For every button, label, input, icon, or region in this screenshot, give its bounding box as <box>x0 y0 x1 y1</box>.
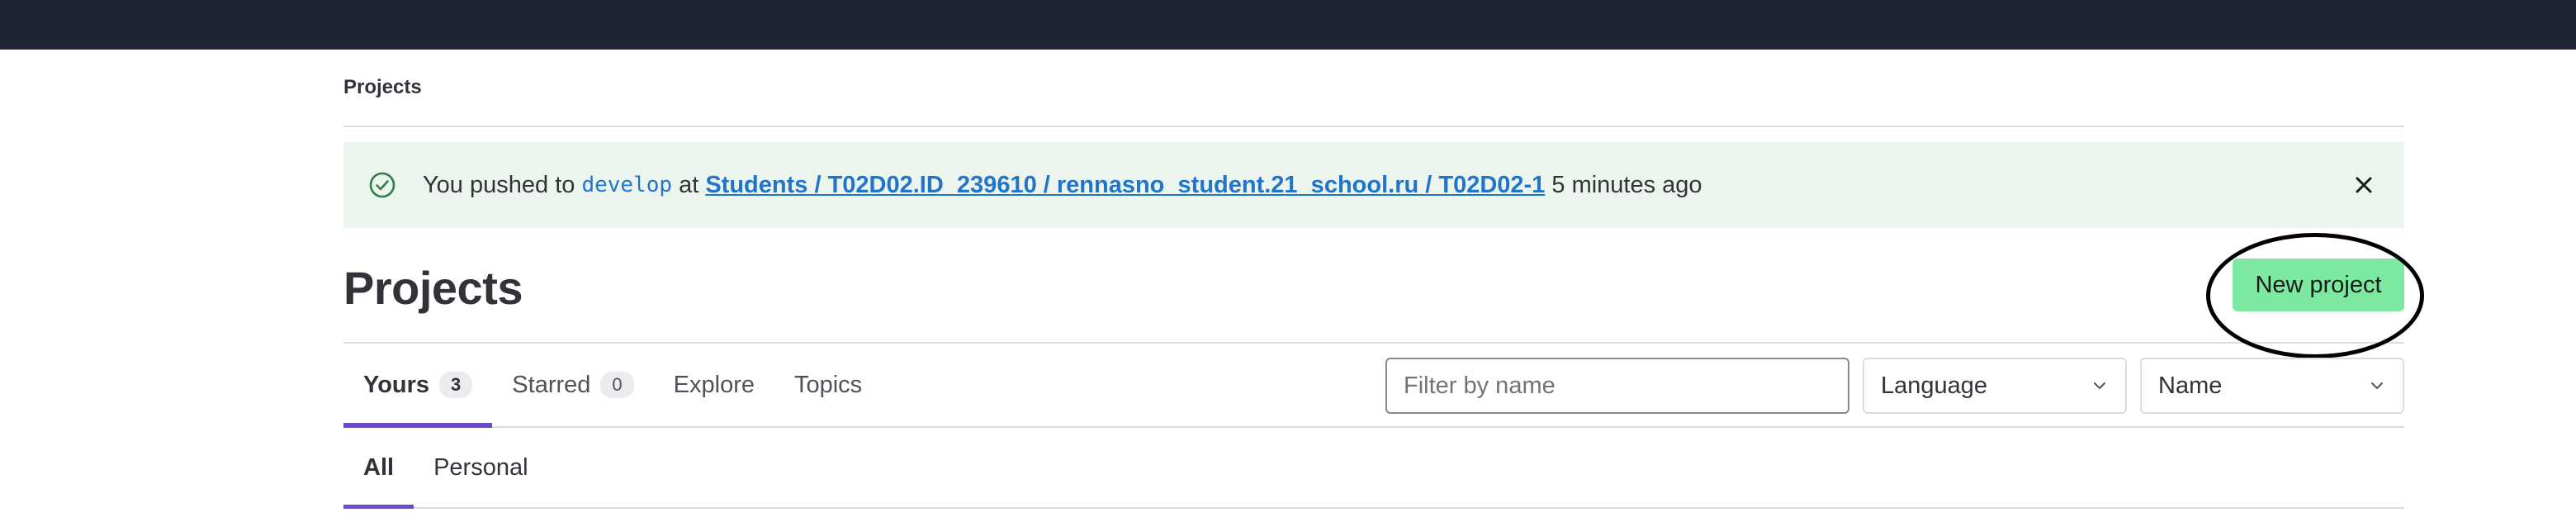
alert-at: at <box>679 171 699 198</box>
push-alert: You pushed to develop at Students / T02D… <box>343 142 2404 228</box>
subtabs: All Personal <box>343 428 2404 509</box>
filter-by-name-input[interactable] <box>1385 358 1849 414</box>
tab-label: Explore <box>673 371 755 398</box>
subtabs-row: All Personal <box>343 428 2404 509</box>
branch-name: develop <box>581 173 673 197</box>
check-circle-icon <box>368 171 396 199</box>
sort-dropdown-label: Name <box>2158 372 2223 399</box>
breadcrumb-current[interactable]: Projects <box>343 76 422 99</box>
tab-explore[interactable]: Explore <box>654 344 774 426</box>
tab-count-badge: 3 <box>439 372 473 398</box>
sort-dropdown[interactable]: Name <box>2140 358 2404 414</box>
tab-topics[interactable]: Topics <box>774 344 882 426</box>
tab-label: Topics <box>793 371 863 398</box>
chevron-down-icon <box>2091 377 2109 395</box>
page-title: Projects <box>343 262 523 314</box>
tab-label: Yours <box>363 371 430 398</box>
tab-count-badge: 0 <box>600 372 634 398</box>
project-path-link[interactable]: Students / T02D02.ID_239610 / rennasno_s… <box>705 172 1545 199</box>
chevron-down-icon <box>2368 377 2386 395</box>
project-tabs-row: Yours 3 Starred 0 Explore Topics Languag… <box>343 344 2404 428</box>
page-header: Projects New project <box>343 228 2424 358</box>
subtab-personal[interactable]: Personal <box>414 428 547 507</box>
tab-yours[interactable]: Yours 3 <box>343 344 493 428</box>
filter-controls: Language Name <box>1385 358 2404 414</box>
alert-time: 5 minutes ago <box>1551 171 1702 198</box>
tab-label: Starred <box>512 371 591 398</box>
tab-starred[interactable]: Starred 0 <box>492 344 653 426</box>
language-dropdown-label: Language <box>1881 372 1988 399</box>
main-content: Projects You pushed to develop at Studen… <box>343 50 2424 509</box>
language-dropdown[interactable]: Language <box>1863 358 2127 414</box>
breadcrumb: Projects <box>343 50 2404 127</box>
new-project-button[interactable]: New project <box>2233 259 2404 311</box>
subtab-all[interactable]: All <box>343 428 414 509</box>
alert-prefix: You pushed to <box>423 171 575 198</box>
top-navigation-bar <box>0 0 2576 50</box>
close-icon[interactable] <box>2351 173 2376 197</box>
